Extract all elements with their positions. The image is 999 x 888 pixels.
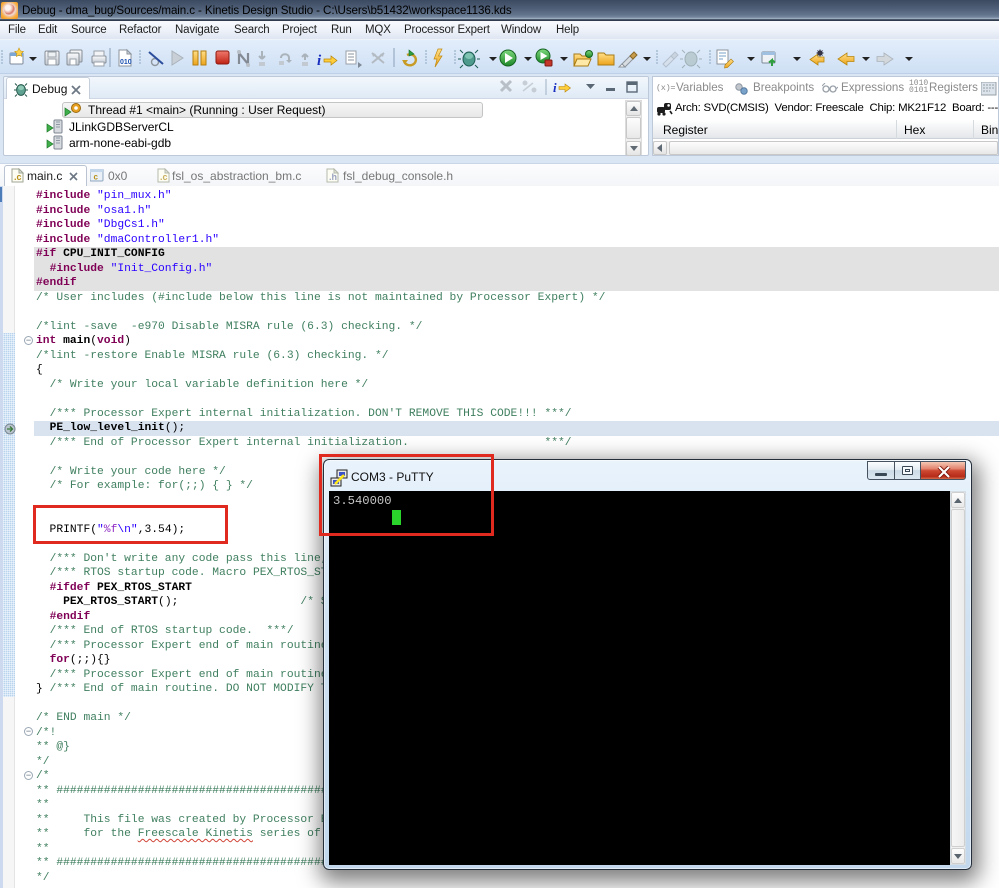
svg-text:i: i bbox=[553, 80, 557, 95]
svg-text:c: c bbox=[94, 173, 99, 182]
svg-text:i: i bbox=[317, 53, 322, 69]
svg-text:010: 010 bbox=[120, 59, 132, 66]
svg-text:.c: .c bbox=[160, 172, 168, 182]
svg-text:.c: .c bbox=[14, 172, 22, 182]
svg-text:.h: .h bbox=[329, 172, 337, 182]
